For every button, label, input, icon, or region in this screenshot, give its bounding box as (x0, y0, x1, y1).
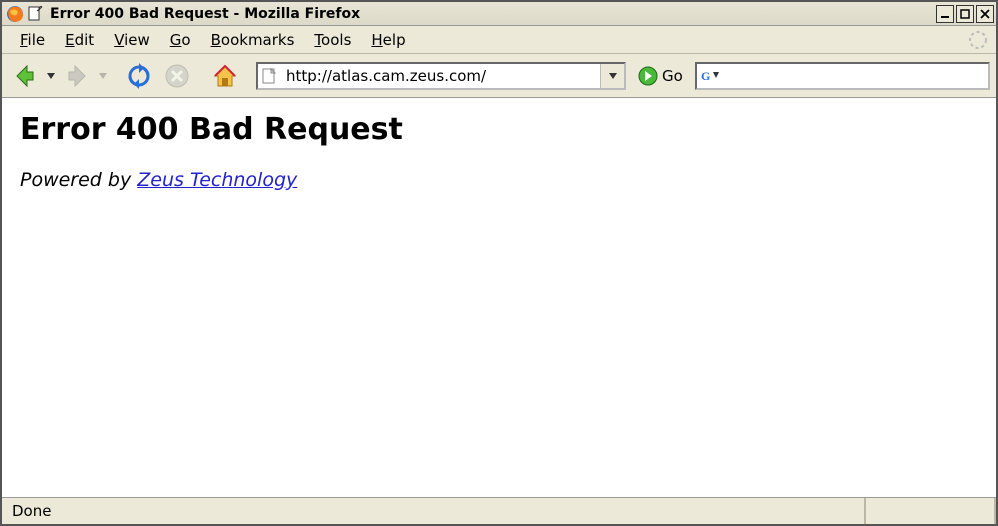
window-title: Error 400 Bad Request - Mozilla Firefox (50, 6, 360, 22)
page-content: Error 400 Bad Request Powered by Zeus Te… (2, 98, 996, 498)
menu-view[interactable]: View (104, 28, 160, 52)
firefox-icon (6, 5, 24, 23)
menu-help[interactable]: Help (361, 28, 415, 52)
browser-window: Error 400 Bad Request - Mozilla Firefox … (0, 0, 998, 526)
back-button[interactable] (8, 59, 42, 93)
status-text: Done (2, 498, 866, 524)
menu-edit[interactable]: Edit (55, 28, 104, 52)
page-favicon-icon (258, 64, 282, 88)
document-pin-icon (28, 6, 44, 22)
menubar: File Edit View Go Bookmarks Tools Help (2, 26, 996, 54)
menu-go[interactable]: Go (160, 28, 201, 52)
powered-by-line: Powered by Zeus Technology (20, 169, 978, 191)
search-engine-icon[interactable]: G (697, 64, 725, 88)
reload-button[interactable] (122, 59, 156, 93)
stop-button[interactable] (160, 59, 194, 93)
status-side-panel (866, 498, 996, 524)
go-label: Go (662, 67, 683, 85)
forward-history-dropdown[interactable] (98, 59, 108, 93)
close-button[interactable] (976, 5, 994, 23)
svg-text:G: G (701, 69, 710, 83)
minimize-button[interactable] (936, 5, 954, 23)
error-heading: Error 400 Bad Request (20, 112, 978, 147)
back-history-dropdown[interactable] (46, 59, 56, 93)
search-bar: G (695, 62, 990, 90)
titlebar: Error 400 Bad Request - Mozilla Firefox (2, 2, 996, 26)
activity-throbber-icon (968, 30, 988, 50)
menu-tools[interactable]: Tools (304, 28, 361, 52)
url-history-dropdown[interactable] (600, 64, 624, 88)
menu-file[interactable]: File (10, 28, 55, 52)
url-input[interactable] (282, 64, 600, 88)
home-button[interactable] (208, 59, 242, 93)
maximize-button[interactable] (956, 5, 974, 23)
statusbar: Done (2, 498, 996, 524)
powered-by-prefix: Powered by (20, 169, 137, 191)
menu-bookmarks[interactable]: Bookmarks (201, 28, 305, 52)
forward-button[interactable] (60, 59, 94, 93)
navigation-toolbar: Go G (2, 54, 996, 98)
url-bar (256, 62, 626, 90)
go-button[interactable]: Go (630, 62, 691, 90)
powered-by-link[interactable]: Zeus Technology (137, 169, 297, 191)
search-input[interactable] (725, 64, 988, 88)
